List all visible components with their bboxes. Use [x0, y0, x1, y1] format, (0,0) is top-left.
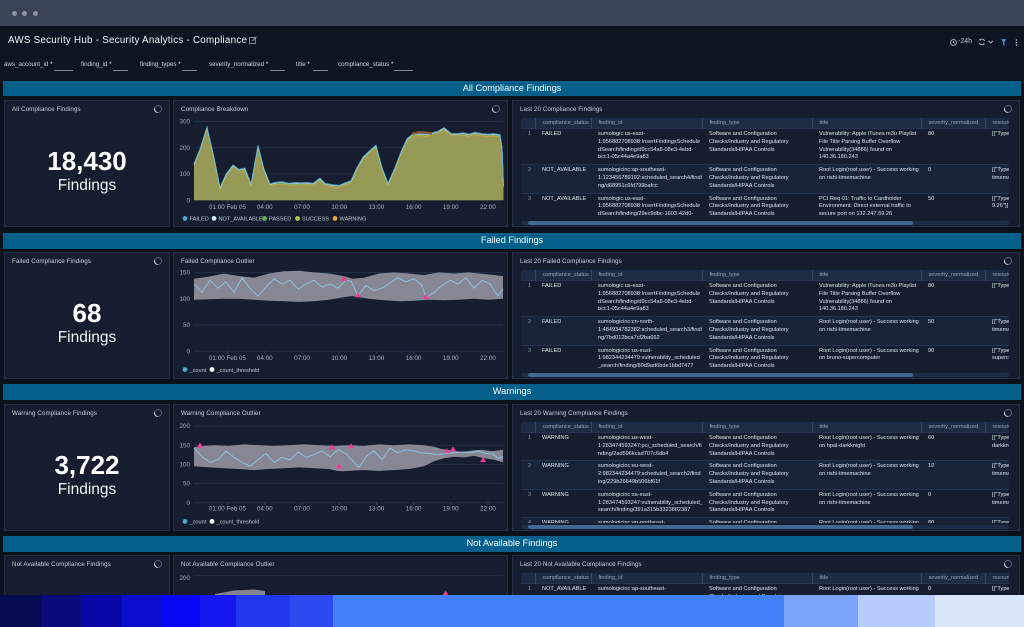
svg-text:0: 0	[186, 500, 190, 507]
svg-text:50: 50	[183, 322, 191, 329]
svg-text:16:00: 16:00	[406, 204, 422, 211]
svg-text:_count_threshold: _count_threshold	[216, 520, 260, 526]
svg-text:16:00: 16:00	[406, 506, 422, 513]
svg-text:13:00: 13:00	[369, 506, 385, 513]
svg-text:NOT_AVAILABLE: NOT_AVAILABLE	[219, 217, 264, 223]
svg-text:22:00: 22:00	[480, 506, 496, 513]
svg-text:50: 50	[183, 481, 191, 488]
svg-text:04:00: 04:00	[257, 204, 273, 211]
svg-text:07:00: 07:00	[294, 355, 310, 362]
svg-text:10:00: 10:00	[331, 204, 347, 211]
svg-text:150: 150	[179, 270, 190, 277]
svg-text:300: 300	[179, 119, 190, 126]
svg-text:200: 200	[179, 575, 190, 582]
svg-text:19:00: 19:00	[443, 204, 459, 211]
svg-text:13:00: 13:00	[369, 204, 385, 211]
svg-text:07:00: 07:00	[294, 506, 310, 513]
svg-text:0: 0	[186, 349, 190, 356]
svg-text:WARNING: WARNING	[340, 217, 367, 223]
svg-text:16:00: 16:00	[406, 355, 422, 362]
svg-text:200: 200	[179, 145, 190, 152]
svg-text:_count: _count	[189, 520, 207, 526]
svg-text:10:00: 10:00	[331, 355, 347, 362]
svg-text:01:00 Feb 05: 01:00 Feb 05	[209, 506, 247, 513]
svg-text:0: 0	[186, 198, 190, 205]
svg-text:01:00 Feb 05: 01:00 Feb 05	[209, 204, 247, 211]
svg-text:04:00: 04:00	[257, 355, 273, 362]
svg-text:22:00: 22:00	[480, 204, 496, 211]
svg-text:100: 100	[179, 171, 190, 178]
svg-text:PASSED: PASSED	[269, 217, 291, 223]
svg-text:100: 100	[179, 462, 190, 469]
svg-text:150: 150	[179, 442, 190, 449]
svg-text:_count: _count	[189, 368, 207, 374]
svg-text:_count_threshold: _count_threshold	[216, 368, 260, 374]
svg-text:22:00: 22:00	[480, 355, 496, 362]
svg-text:10:00: 10:00	[331, 506, 347, 513]
svg-text:04:00: 04:00	[257, 506, 273, 513]
svg-text:01:00 Feb 05: 01:00 Feb 05	[209, 355, 247, 362]
svg-text:100: 100	[179, 296, 190, 303]
svg-text:200: 200	[179, 423, 190, 430]
svg-text:FAILED: FAILED	[190, 217, 209, 223]
svg-text:SUCCESS: SUCCESS	[302, 217, 329, 223]
svg-text:07:00: 07:00	[294, 204, 310, 211]
svg-text:19:00: 19:00	[443, 506, 459, 513]
svg-text:19:00: 19:00	[443, 355, 459, 362]
svg-text:13:00: 13:00	[369, 355, 385, 362]
